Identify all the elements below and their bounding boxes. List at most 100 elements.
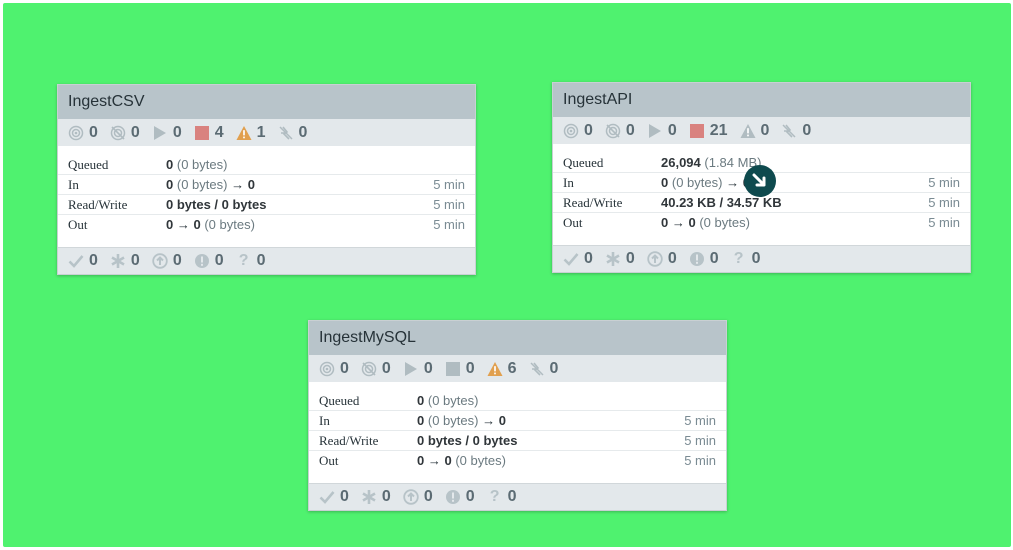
warning-icon	[487, 361, 503, 377]
status-bar: 0 0 0 4 1 0	[58, 119, 475, 146]
in-value: 0 (0 bytes) → 0	[417, 413, 506, 428]
readwrite-time: 5 min	[928, 195, 960, 210]
unknown-count: 0	[751, 250, 761, 267]
error-count: 0	[465, 488, 475, 505]
stopped-stat: 0	[445, 360, 475, 378]
stale-stat: 0	[647, 250, 677, 268]
readwrite-time: 5 min	[684, 433, 716, 448]
out-label: Out	[319, 452, 339, 468]
transmitting-icon	[319, 361, 335, 377]
out-value: 0 → 0 (0 bytes)	[417, 453, 506, 468]
out-label: Out	[563, 214, 583, 230]
process-group-name: IngestMySQL	[319, 329, 416, 346]
queued-row: Queued 0 (0 bytes)	[309, 391, 726, 410]
process-group[interactable]: IngestMySQL 0 0 0 0 6 0 Queued 0 (0 byte…	[308, 320, 727, 511]
in-value: 0 (0 bytes) → 0	[661, 175, 750, 190]
up-arrow-icon	[152, 253, 168, 269]
asterisk-icon	[361, 489, 377, 505]
readwrite-label: Read/Write	[319, 432, 379, 448]
readwrite-row: Read/Write 0 bytes / 0 bytes 5 min	[309, 430, 726, 450]
running-count: 0	[423, 359, 433, 377]
out-value: 0 → 0 (0 bytes)	[166, 217, 255, 232]
running-stat: 0	[152, 124, 182, 142]
status-bar: 0 0 0 21 0 0	[553, 117, 970, 144]
unknown-count: 0	[256, 252, 266, 269]
move-cursor-icon	[744, 165, 776, 197]
queued-label: Queued	[319, 392, 360, 408]
unknown-stat: ? 0	[487, 488, 517, 506]
in-time: 5 min	[433, 177, 465, 192]
queued-value: 0 (0 bytes)	[166, 157, 228, 172]
process-group-title[interactable]: IngestCSV	[58, 85, 475, 119]
in-time: 5 min	[928, 175, 960, 190]
not-transmitting-stat: 0	[361, 360, 391, 378]
queued-label: Queued	[68, 156, 109, 172]
stop-icon	[689, 123, 705, 139]
running-stat: 0	[647, 122, 677, 140]
out-row: Out 0 → 0 (0 bytes) 5 min	[553, 212, 970, 232]
process-group[interactable]: IngestCSV 0 0 0 4 1 0 Queued 0 (0 bytes)…	[57, 84, 476, 275]
not-transmitting-count: 0	[625, 121, 635, 139]
check-icon	[68, 253, 84, 269]
up-arrow-icon	[647, 251, 663, 267]
disabled-stat: 0	[529, 359, 559, 378]
in-label: In	[319, 412, 330, 428]
queued-value: 0 (0 bytes)	[417, 393, 479, 408]
question-icon: ?	[238, 252, 249, 269]
transmitting-count: 0	[340, 359, 349, 377]
out-row: Out 0 → 0 (0 bytes) 5 min	[58, 214, 475, 234]
out-time: 5 min	[433, 217, 465, 232]
asterisk-icon	[110, 253, 126, 269]
exclamation-icon	[445, 489, 461, 505]
process-group-title[interactable]: IngestMySQL	[309, 321, 726, 355]
not-transmitting-stat: 0	[110, 124, 140, 142]
process-group-title[interactable]: IngestAPI	[553, 83, 970, 117]
not-transmitting-icon	[110, 125, 126, 141]
stopped-count: 4	[214, 123, 224, 141]
not-transmitting-icon	[361, 361, 377, 377]
asterisk-icon	[605, 251, 621, 267]
in-label: In	[563, 174, 574, 190]
disabled-icon	[529, 361, 545, 377]
warning-icon	[236, 125, 252, 141]
version-status-bar: 0 0 0 0 ? 0	[309, 483, 726, 510]
unknown-stat: ? 0	[731, 250, 761, 268]
play-icon	[152, 125, 168, 141]
stale-stat: 0	[403, 488, 433, 506]
not-transmitting-count: 0	[381, 359, 391, 377]
up-to-date-stat: 0	[319, 488, 349, 506]
disabled-count: 0	[549, 359, 559, 377]
running-stat: 0	[403, 360, 433, 378]
play-icon	[403, 361, 419, 377]
stale-count: 0	[423, 488, 433, 505]
invalid-count: 0	[760, 121, 770, 139]
invalid-count: 1	[256, 123, 266, 141]
flow-canvas[interactable]: IngestCSV 0 0 0 4 1 0 Queued 0 (0 bytes)…	[3, 3, 1011, 547]
up-to-date-count: 0	[89, 252, 98, 269]
transmitting-icon	[563, 123, 579, 139]
stopped-count: 21	[709, 121, 728, 139]
stop-icon	[194, 125, 210, 141]
modified-count: 0	[130, 252, 140, 269]
transmitting-stat: 0	[68, 124, 98, 142]
warning-icon	[739, 123, 756, 139]
process-group-name: IngestAPI	[563, 91, 633, 108]
process-group-name: IngestCSV	[68, 93, 145, 110]
disabled-count: 0	[802, 121, 812, 139]
up-arrow-icon	[403, 489, 419, 505]
stale-stat: 0	[152, 252, 182, 270]
stale-count: 0	[172, 252, 182, 269]
readwrite-label: Read/Write	[68, 196, 128, 212]
queued-row: Queued 0 (0 bytes)	[58, 155, 475, 174]
question-icon: ?	[733, 250, 744, 267]
disabled-stat: 0	[278, 124, 307, 142]
queued-value: 26,094 (1.84 MB)	[661, 155, 762, 170]
error-stat: 0	[445, 488, 475, 506]
stats-table: Queued 0 (0 bytes) In 0 (0 bytes) → 0 5 …	[58, 155, 475, 234]
out-label: Out	[68, 216, 88, 232]
invalid-stat: 0	[739, 121, 770, 140]
in-value: 0 (0 bytes) → 0	[166, 177, 255, 192]
transmitting-icon	[68, 125, 84, 141]
modified-count: 0	[625, 250, 635, 267]
transmitting-stat: 0	[563, 122, 593, 140]
